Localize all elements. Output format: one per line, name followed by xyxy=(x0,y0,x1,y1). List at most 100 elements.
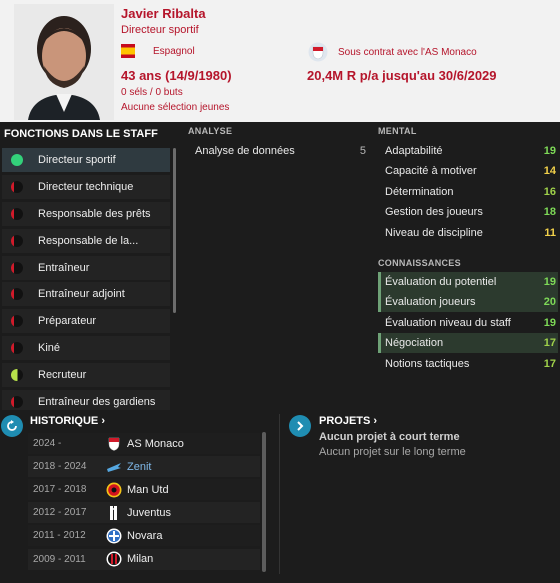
role-rating-icon xyxy=(11,261,23,274)
role-rating-icon xyxy=(11,207,23,220)
attribute-label: Évaluation niveau du staff xyxy=(385,316,511,329)
attribute-label: Capacité à motiver xyxy=(385,165,477,178)
staff-role-item[interactable]: Entraîneur des gardiens xyxy=(2,390,170,410)
short-term-project: Aucun projet à court terme xyxy=(319,431,460,443)
history-club[interactable]: AS Monaco xyxy=(127,438,184,450)
history-years: 2012 - 2017 xyxy=(33,507,87,519)
attribute-row[interactable]: Détermination 16 xyxy=(378,182,558,202)
role-rating-icon xyxy=(11,288,23,301)
attribute-row[interactable]: Évaluation niveau du staff 19 xyxy=(378,313,558,333)
analyse-title: ANALYSE xyxy=(188,126,233,136)
history-row[interactable]: 2018 - 2024 Zenit xyxy=(28,456,260,478)
role-rating-icon xyxy=(11,234,23,247)
attribute-label: Détermination xyxy=(385,185,454,198)
staff-photo xyxy=(14,4,114,120)
staff-role-item[interactable]: Directeur sportif xyxy=(2,148,170,172)
staff-role-item[interactable]: Entraîneur adjoint xyxy=(2,282,170,307)
history-row[interactable]: 2011 - 2012 Novara xyxy=(28,525,260,547)
role-rating-icon xyxy=(11,180,23,193)
staff-role-item[interactable]: Responsable de la... xyxy=(2,228,170,253)
staff-role-label: Entraîneur des gardiens xyxy=(38,396,156,409)
staff-role-label: Entraîneur adjoint xyxy=(38,288,125,301)
staff-roles-title: FONCTIONS DANS LE STAFF xyxy=(4,128,158,140)
attribute-label: Notions tactiques xyxy=(385,357,470,370)
attribute-label: Gestion des joueurs xyxy=(385,206,483,219)
staff-role-item[interactable]: Entraîneur xyxy=(2,255,170,280)
history-club[interactable]: Zenit xyxy=(127,461,151,473)
staff-role-item[interactable]: Kiné xyxy=(2,336,170,361)
history-row[interactable]: 2017 - 2018 Man Utd xyxy=(28,479,260,501)
attribute-row[interactable]: Négociation 17 xyxy=(378,333,558,354)
history-club[interactable]: Man Utd xyxy=(127,484,169,496)
history-club[interactable]: Juventus xyxy=(127,507,171,519)
history-years: 2011 - 2012 xyxy=(33,530,86,542)
history-years: 2009 - 2011 xyxy=(33,553,86,565)
attribute-row[interactable]: Adaptabilité 19 xyxy=(378,141,558,161)
history-club[interactable]: Milan xyxy=(127,553,153,565)
history-years: 2024 - xyxy=(33,438,62,449)
attribute-row[interactable]: Analyse de données 5 xyxy=(188,141,368,161)
staff-role-label: Entraîneur xyxy=(38,261,90,274)
zenit-badge-icon xyxy=(106,459,122,475)
contract-club[interactable]: Sous contrat avec l'AS Monaco xyxy=(338,47,477,58)
role-rating-icon xyxy=(11,154,23,166)
novara-badge-icon xyxy=(106,528,122,544)
staff-role-label: Directeur sportif xyxy=(38,154,116,166)
attribute-value: 17 xyxy=(543,337,556,350)
mental-title: MENTAL xyxy=(378,126,417,136)
caps-goals: 0 séls / 0 buts xyxy=(121,87,183,98)
history-row[interactable]: 2012 - 2017 Juventus xyxy=(28,502,260,524)
history-refresh-icon[interactable] xyxy=(1,415,23,437)
staff-roles-scrollbar[interactable] xyxy=(173,148,176,313)
attribute-value: 20 xyxy=(543,296,556,309)
nationality[interactable]: Espagnol xyxy=(153,46,195,57)
knowledge-title: CONNAISSANCES xyxy=(378,258,461,268)
projects-title[interactable]: PROJETS › xyxy=(319,415,377,427)
staff-role-label: Préparateur xyxy=(38,315,97,328)
staff-role-label: Recruteur xyxy=(38,369,87,382)
history-scrollbar[interactable] xyxy=(262,432,266,572)
history-years: 2017 - 2018 xyxy=(33,484,87,496)
attribute-row[interactable]: Niveau de discipline 11 xyxy=(378,223,558,243)
staff-role-item[interactable]: Recruteur xyxy=(2,363,170,388)
monaco-badge-icon xyxy=(106,436,122,452)
attribute-label: Adaptabilité xyxy=(385,145,443,157)
projects-arrow-icon[interactable] xyxy=(289,415,311,437)
attribute-value: 19 xyxy=(543,316,556,329)
youth-caps: Aucune sélection jeunes xyxy=(121,102,230,113)
attribute-value: 5 xyxy=(359,145,366,157)
attribute-row[interactable]: Gestion des joueurs 18 xyxy=(378,202,558,222)
staff-role-label: Responsable de la... xyxy=(38,234,139,247)
attribute-label: Niveau de discipline xyxy=(385,226,483,239)
attribute-value: 19 xyxy=(543,276,556,288)
role-rating-icon xyxy=(11,342,23,355)
attribute-value: 19 xyxy=(543,145,556,157)
monaco-badge-icon[interactable] xyxy=(308,42,328,62)
wage-info: 20,4M R p/a jusqu'au 30/6/2029 xyxy=(307,68,497,83)
history-title[interactable]: HISTORIQUE › xyxy=(30,415,105,427)
attribute-label: Évaluation joueurs xyxy=(385,296,476,309)
attribute-row[interactable]: Évaluation joueurs 20 xyxy=(378,292,558,313)
attribute-value: 16 xyxy=(543,185,556,198)
role-rating-icon xyxy=(11,369,23,382)
staff-role-label: Kiné xyxy=(38,342,61,355)
role-rating-icon xyxy=(11,315,23,328)
staff-role-item[interactable]: Préparateur xyxy=(2,309,170,334)
staff-role-item[interactable]: Responsable des prêts xyxy=(2,201,170,226)
attribute-row[interactable]: Capacité à motiver 14 xyxy=(378,161,558,181)
milan-badge-icon xyxy=(106,551,122,567)
profile-header: Javier Ribalta Directeur sportif Espagno… xyxy=(0,0,560,122)
attribute-label: Évaluation du potentiel xyxy=(385,276,497,288)
staff-role-item[interactable]: Directeur technique xyxy=(2,174,170,199)
attribute-row[interactable]: Notions tactiques 17 xyxy=(378,354,558,374)
attribute-value: 11 xyxy=(544,226,556,239)
history-club[interactable]: Novara xyxy=(127,530,162,542)
history-years: 2018 - 2024 xyxy=(33,461,87,473)
history-row[interactable]: 2009 - 2011 Milan xyxy=(28,548,260,570)
attribute-row[interactable]: Évaluation du potentiel 19 xyxy=(378,272,558,292)
history-row[interactable]: 2024 - AS Monaco xyxy=(28,433,260,454)
spain-flag-icon xyxy=(121,44,135,58)
manutd-badge-icon xyxy=(106,482,122,498)
staff-age: 43 ans (14/9/1980) xyxy=(121,68,232,83)
attribute-label: Négociation xyxy=(385,337,444,350)
